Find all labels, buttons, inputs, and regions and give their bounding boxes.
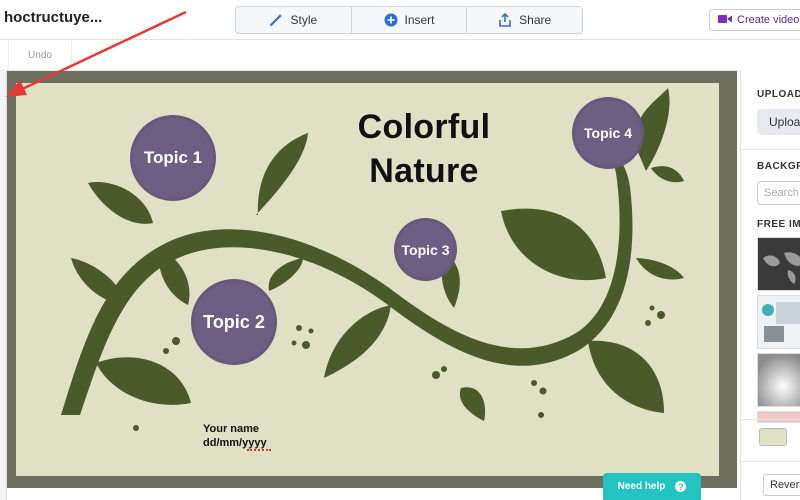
style-button[interactable]: Style [236,7,352,33]
insert-button[interactable]: Insert [352,7,468,33]
free-image-world-map[interactable] [757,237,800,291]
free-images-heading: FREE IMA [757,219,800,230]
gradient-image [758,354,800,406]
presenter-info[interactable]: Your name dd/mm/yyyy [203,422,271,451]
free-image-desk[interactable] [757,295,800,349]
panel-divider-2 [741,419,800,420]
upload-button[interactable]: Uploa [757,109,800,135]
slide-canvas[interactable]: Colorful Nature Topic 1 Topic 2 Topic 3 … [16,83,719,476]
need-help-button[interactable]: Need help ? [603,473,701,500]
free-image-partial[interactable] [757,411,800,423]
topic-1-circle[interactable]: Topic 1 [130,115,216,201]
panel-divider [741,149,800,150]
background-search-input[interactable]: Search [757,181,800,205]
left-panel-edge [0,71,7,500]
revert-button[interactable]: Revert [763,474,800,496]
magic-wand-icon [269,13,283,27]
create-video-label: Create video [737,14,800,26]
plus-circle-icon [384,13,398,27]
document-title[interactable]: hoctructuye... [4,9,102,26]
canvas-frame: Colorful Nature Topic 1 Topic 2 Topic 3 … [7,71,737,488]
your-name-text: Your name [203,423,260,435]
need-help-label: Need help [617,481,666,492]
style-button-label: Style [290,13,318,27]
upload-heading: UPLOAD [757,89,800,100]
spellcheck-underline [247,448,271,451]
date-text: dd/mm/yyyy [203,436,271,451]
insert-button-label: Insert [404,13,435,27]
panel-divider-3 [741,461,800,462]
background-heading: BACKGR [757,161,800,172]
topic-4-circle[interactable]: Topic 4 [572,97,644,169]
video-camera-icon [718,14,732,27]
world-map-image [758,238,800,290]
undo-button[interactable]: Undo [8,40,72,71]
free-image-gradient[interactable] [757,353,800,407]
share-upload-icon [498,13,512,27]
title-line-1: Colorful [357,108,491,146]
desk-image [758,296,800,348]
create-video-button[interactable]: Create video [709,9,800,31]
editor-tool-group: Style Insert Share [235,6,583,34]
share-button[interactable]: Share [467,7,582,33]
topic-2-circle[interactable]: Topic 2 [191,279,277,365]
topic-3-circle[interactable]: Topic 3 [394,218,457,281]
slide-title[interactable]: Colorful Nature [334,105,514,193]
properties-panel: UPLOAD Uploa BACKGR Search FREE IMA Reve… [740,71,800,500]
share-button-label: Share [519,13,552,27]
background-color-swatch[interactable] [759,428,787,446]
top-toolbar: hoctructuye... Style Insert Share Create… [0,0,800,40]
question-mark-icon: ? [675,481,687,492]
title-line-2: Nature [369,152,479,190]
secondary-toolbar: Undo [0,40,740,71]
